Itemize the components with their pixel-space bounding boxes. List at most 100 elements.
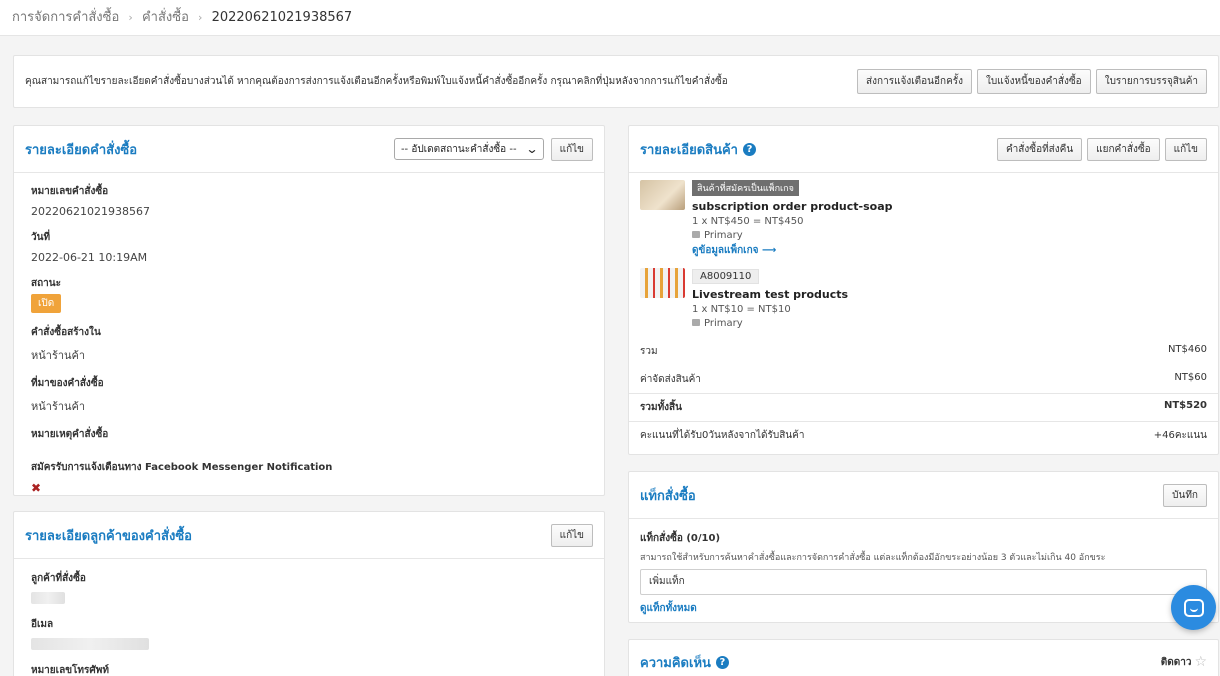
product-location-label: Primary [704, 230, 743, 241]
tags-hint: สามารถใช้สำหรับการค้นหาคำสั่งซื้อและการจ… [640, 553, 1106, 563]
warehouse-icon [692, 231, 700, 238]
divider [629, 393, 1218, 394]
field-label: ที่มาของคำสั่งซื้อ [31, 378, 104, 389]
order-note-field: หมายเหตุคำสั่งซื้อ [14, 427, 604, 442]
resend-notification-button[interactable]: ส่งการแจ้งเตือนอีกครั้ง [857, 69, 973, 94]
order-tags-title: แท็กสั่งซื้อ [640, 488, 696, 504]
points-value: +46คะแนน [1153, 430, 1207, 441]
chevron-down-icon: ⌄ [525, 142, 539, 156]
order-details-title: รายละเอียดคำสั่งซื้อ [25, 142, 138, 158]
divider [629, 421, 1218, 422]
view-package-link[interactable]: ดูข้อมูลแพ็กเกจ ⟶ [692, 243, 893, 258]
product-name: subscription order product-soap [692, 200, 893, 213]
customer-phone-field: หมายเลขโทรศัพท์ [14, 663, 604, 676]
product-details-title: รายละเอียดสินค้า ? [640, 139, 756, 160]
comments-title-text: ความคิดเห็น [640, 655, 711, 671]
warehouse-icon [692, 319, 700, 326]
breadcrumb-separator: › [128, 11, 133, 24]
notice-panel: คุณสามารถแก้ไขรายละเอียดคำสั่งซื้อบางส่ว… [13, 55, 1219, 108]
product-details-title-text: รายละเอียดสินค้า [640, 142, 738, 158]
customer-details-panel: รายละเอียดลูกค้าของคำสั่งซื้อ แก้ไข ลูกค… [13, 511, 605, 676]
field-label: อีเมล [31, 619, 54, 630]
order-number-field: หมายเลขคำสั่งซื้อ 20220621021938567 [14, 184, 604, 218]
view-all-tags-link[interactable]: ดูแท็กทั้งหมด [629, 597, 1218, 616]
chat-support-button[interactable] [1171, 585, 1216, 630]
order-created-in-field: คำสั่งซื้อสร้างใน หน้าร้านค้า [14, 325, 604, 364]
messenger-subscription-field: สมัครรับการแจ้งเตือนทาง Facebook Messeng… [14, 460, 604, 495]
subtotal-value: NT$460 [1167, 344, 1207, 355]
list-item: สินค้าที่สมัครเป็นแพ็กเกจ subscription o… [629, 173, 1218, 258]
subscription-badge: สินค้าที่สมัครเป็นแพ็กเกจ [692, 180, 799, 196]
field-label: สถานะ [31, 278, 61, 289]
total-label: รวมทั้งสิ้น [640, 402, 682, 413]
product-thumbnail [640, 180, 685, 210]
edit-order-details-button[interactable]: แก้ไข [550, 137, 593, 161]
breadcrumb-current-order: 20220621021938567 [211, 10, 353, 25]
order-status-select[interactable]: -- อัปเดตสถานะคำสั่งซื้อ -- ⌄ [393, 138, 544, 160]
product-thumbnail [640, 268, 685, 298]
order-number-value: 20220621021938567 [31, 205, 150, 218]
field-label: ลูกค้าที่สั่งซื้อ [31, 573, 86, 584]
customer-details-title: รายละเอียดลูกค้าของคำสั่งซื้อ [25, 528, 192, 544]
notice-text: คุณสามารถแก้ไขรายละเอียดคำสั่งซื้อบางส่ว… [25, 76, 728, 87]
order-date-field: วันที่ 2022-06-21 10:19AM [14, 230, 604, 264]
product-price-line: 1 x NT$10 = NT$10 [692, 304, 791, 315]
breadcrumb: การจัดการคำสั่งซื้อ › คำสั่งซื้อ › 20220… [0, 0, 1220, 36]
help-icon[interactable]: ? [715, 655, 729, 669]
returned-orders-button[interactable]: คำสั่งซื้อที่ส่งคืน [996, 137, 1083, 161]
order-details-panel: รายละเอียดคำสั่งซื้อ -- อัปเดตสถานะคำสั่… [13, 125, 605, 496]
breadcrumb-separator: › [198, 11, 203, 24]
shipping-label: ค่าจัดส่งสินค้า [640, 374, 701, 385]
order-created-in-value: หน้าร้านค้า [31, 349, 86, 362]
edit-customer-details-button[interactable]: แก้ไข [550, 523, 593, 547]
redacted-value [31, 592, 65, 604]
cross-icon: ✖ [31, 481, 42, 495]
redacted-value [31, 638, 149, 650]
field-label: หมายเหตุคำสั่งซื้อ [31, 429, 109, 440]
breadcrumb-orders[interactable]: คำสั่งซื้อ [142, 10, 189, 25]
star-icon[interactable]: ☆ [1194, 654, 1207, 670]
total-row: รวมทั้งสิ้น NT$520 [629, 400, 1218, 415]
field-label: หมายเลขโทรศัพท์ [31, 665, 109, 676]
product-details-panel: รายละเอียดสินค้า ? คำสั่งซื้อที่ส่งคืน แ… [628, 125, 1219, 455]
status-badge: เปิด [31, 294, 62, 313]
order-status-select-value: -- อัปเดตสถานะคำสั่งซื้อ -- [400, 143, 517, 155]
customer-name-field: ลูกค้าที่สั่งซื้อ [14, 571, 604, 607]
chat-icon [1183, 598, 1204, 617]
product-location: Primary [692, 318, 848, 329]
add-tag-input[interactable]: เพิ่มแท็ก [640, 569, 1207, 595]
points-row: คะแนนที่ได้รับ0วันหลังจากได้รับสินค้า +4… [629, 428, 1218, 443]
comments-panel: ความคิดเห็น ? ติดดาว ☆ [628, 639, 1219, 676]
breadcrumb-order-management[interactable]: การจัดการคำสั่งซื้อ [12, 10, 119, 25]
order-source-value: หน้าร้านค้า [31, 400, 86, 413]
comments-title: ความคิดเห็น ? [640, 652, 729, 673]
list-item: A8009110 Livestream test products 1 x NT… [629, 258, 1218, 329]
customer-email-field: อีเมล [14, 617, 604, 653]
field-label: คำสั่งซื้อสร้างใน [31, 327, 101, 338]
order-tags-panel: แท็กสั่งซื้อ บันทึก แท็กสั่งซื้อ (0/10) … [628, 471, 1219, 623]
order-date-value: 2022-06-21 10:19AM [31, 251, 148, 264]
sku-badge: A8009110 [692, 269, 760, 284]
save-tags-button[interactable]: บันทึก [1163, 483, 1207, 507]
star-comment-toggle[interactable]: ติดดาว ☆ [1161, 654, 1207, 670]
order-status-field: สถานะ เปิด [14, 276, 604, 313]
split-order-button[interactable]: แยกคำสั่งซื้อ [1087, 137, 1160, 161]
order-invoice-button[interactable]: ใบแจ้งหนี้ของคำสั่งซื้อ [977, 69, 1091, 94]
help-icon[interactable]: ? [742, 142, 756, 156]
product-price-line: 1 x NT$450 = NT$450 [692, 216, 804, 227]
product-location-label: Primary [704, 318, 743, 329]
field-label: หมายเลขคำสั่งซื้อ [31, 186, 109, 197]
edit-products-button[interactable]: แก้ไข [1164, 137, 1207, 161]
subtotal-row: รวม NT$460 [629, 344, 1218, 359]
tags-field-label: แท็กสั่งซื้อ (0/10) [640, 533, 721, 544]
product-location: Primary [692, 230, 893, 241]
points-label: คะแนนที่ได้รับ0วันหลังจากได้รับสินค้า [640, 430, 805, 441]
shipping-value: NT$60 [1174, 372, 1207, 383]
star-label: ติดดาว [1160, 656, 1192, 668]
order-source-field: ที่มาของคำสั่งซื้อ หน้าร้านค้า [14, 376, 604, 415]
subtotal-label: รวม [640, 346, 658, 357]
packing-slip-button[interactable]: ใบรายการบรรจุสินค้า [1095, 69, 1207, 94]
product-name: Livestream test products [692, 288, 849, 301]
field-label: สมัครรับการแจ้งเตือนทาง Facebook Messeng… [31, 462, 333, 473]
total-value: NT$520 [1163, 400, 1207, 411]
